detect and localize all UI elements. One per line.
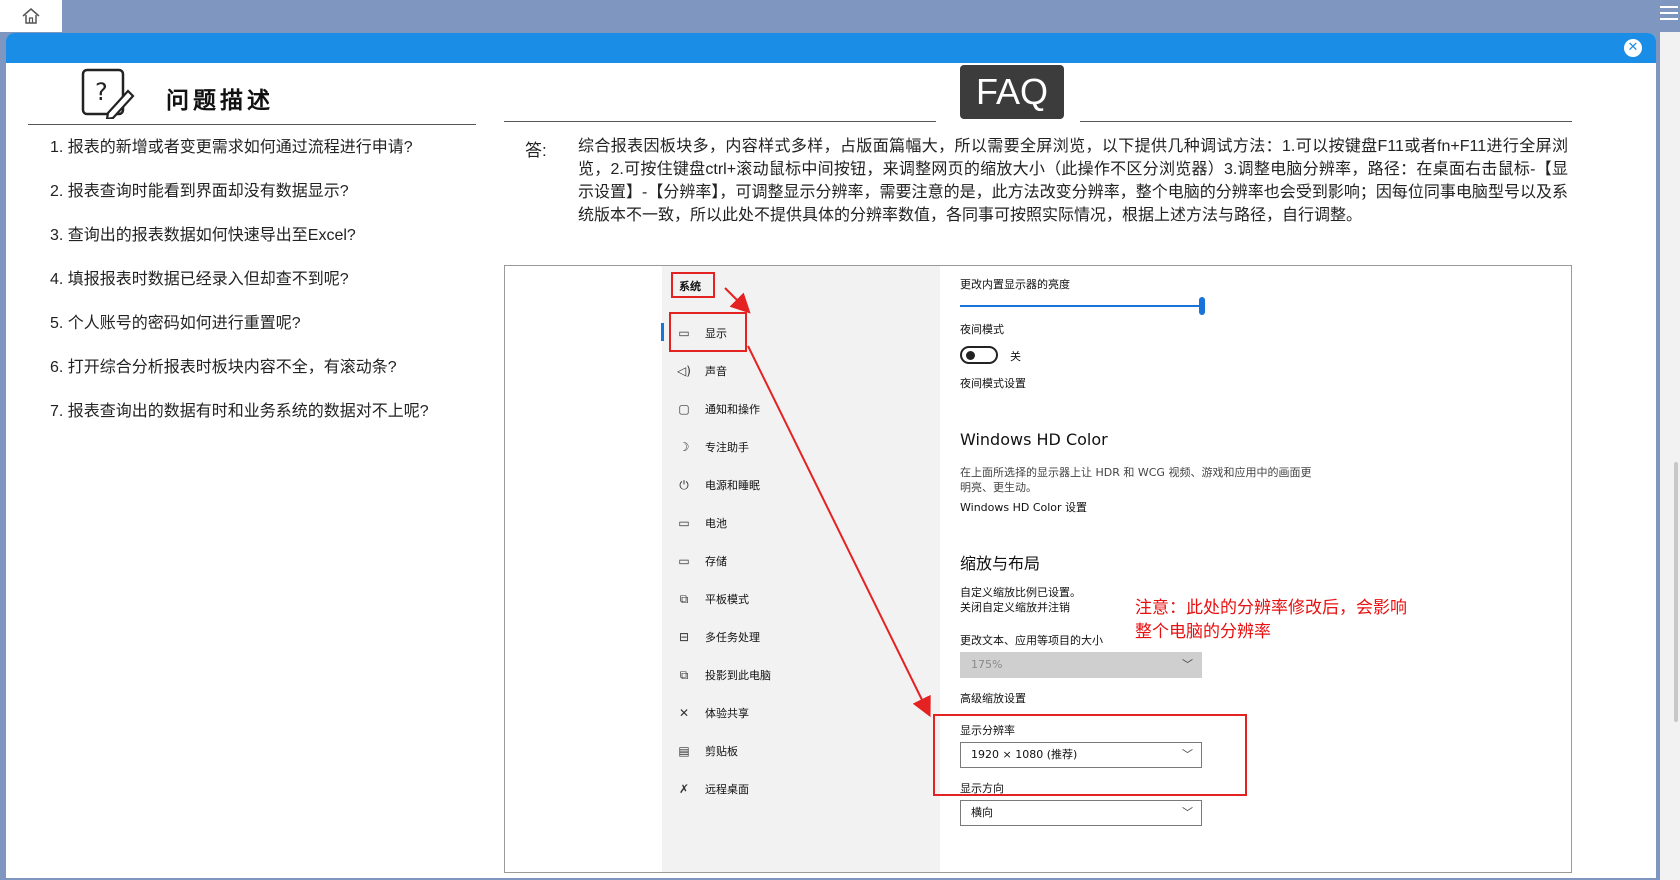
question-panel-title: 问题描述 bbox=[166, 88, 274, 114]
app-top-bar bbox=[0, 0, 1680, 32]
close-icon[interactable]: ✕ bbox=[1624, 39, 1642, 57]
question-divider bbox=[28, 124, 476, 125]
faq-modal: ✕ ? 问题描述 1. 报表的新增或者变更需求如何通过流程进行申请? 2. 报表… bbox=[6, 33, 1656, 878]
answer-text: 综合报表因板块多，内容样式多样，占版面篇幅大，所以需要全屏浏览，以下提供几种调试… bbox=[578, 138, 1568, 224]
arrow-to-display bbox=[724, 287, 751, 314]
hamburger-menu-icon[interactable] bbox=[1660, 6, 1678, 22]
question-item[interactable]: 6. 打开综合分析报表时板块内容不全，有滚动条? bbox=[50, 356, 429, 400]
faq-badge: FAQ bbox=[960, 65, 1064, 119]
home-icon[interactable] bbox=[21, 7, 41, 25]
question-item[interactable]: 2. 报表查询时能看到界面却没有数据显示? bbox=[50, 180, 429, 224]
question-item[interactable]: 1. 报表的新增或者变更需求如何通过流程进行申请? bbox=[50, 136, 429, 180]
question-item[interactable]: 7. 报表查询出的数据有时和业务系统的数据对不上呢? bbox=[50, 400, 429, 444]
answer-label: 答: bbox=[525, 141, 547, 160]
page-scroll-gutter bbox=[1660, 32, 1680, 880]
faq-divider-right bbox=[1080, 121, 1572, 122]
settings-screenshot: 系统 ▭ 显示 ◁) 声音 ▢ 通知和操作 ☽ 专注助手 ⏻ 电源和睡眠 ▭ 电池 ▭ 存储 … bbox=[504, 265, 1572, 873]
page-scrollbar[interactable] bbox=[1674, 462, 1678, 722]
question-list: 1. 报表的新增或者变更需求如何通过流程进行申请? 2. 报表查询时能看到界面却… bbox=[50, 136, 429, 444]
modal-header: ✕ bbox=[6, 33, 1656, 63]
question-note-icon: ? bbox=[81, 68, 135, 119]
arrow-to-resolution bbox=[747, 345, 931, 718]
faq-divider-left bbox=[504, 121, 936, 122]
svg-text:?: ? bbox=[95, 78, 108, 106]
annotation-arrows bbox=[724, 287, 931, 718]
question-item[interactable]: 3. 查询出的报表数据如何快速导出至Excel? bbox=[50, 224, 429, 268]
question-item[interactable]: 4. 填报报表时数据已经录入但却查不到呢? bbox=[50, 268, 429, 312]
question-item[interactable]: 5. 个人账号的密码如何进行重置呢? bbox=[50, 312, 429, 356]
home-tab[interactable] bbox=[0, 0, 62, 32]
